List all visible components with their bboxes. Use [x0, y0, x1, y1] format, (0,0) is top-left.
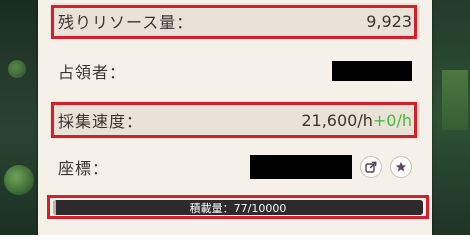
share-button[interactable] — [360, 156, 382, 178]
coordinates-row: 座標： — [50, 148, 420, 186]
carry-capacity-text: 積載量：77/10000 — [189, 201, 287, 215]
map-background-right — [430, 0, 470, 235]
gather-speed-bonus: +0/h — [372, 110, 412, 130]
occupant-row: 占領者： — [50, 52, 420, 90]
star-icon — [395, 161, 407, 172]
remaining-resources-row: 残りリソース量： 9,923 — [50, 3, 420, 39]
coordinates-value-redacted — [250, 155, 352, 179]
occupant-label: 占領者： — [58, 63, 127, 82]
share-icon — [365, 161, 377, 173]
gather-speed-row: 採集速度： 21,600/h+0/h — [50, 101, 420, 139]
map-tree — [4, 165, 34, 195]
coordinates-controls — [250, 155, 412, 179]
occupant-name-redacted — [332, 61, 412, 81]
bookmark-button[interactable] — [390, 156, 412, 178]
map-terrain — [442, 70, 468, 130]
remaining-resources-label: 残りリソース量： — [58, 13, 194, 32]
carry-capacity-bar: 積載量：77/10000 — [53, 200, 423, 215]
game-screen: イム 残りリソース量： 9,923 占領者： 採集速度： 21,600/h+0/… — [0, 0, 470, 235]
map-tree — [8, 60, 26, 78]
gather-speed-value: 21,600/h — [301, 110, 373, 130]
remaining-resources-value: 9,923 — [366, 11, 412, 31]
gather-speed-value-group: 21,600/h+0/h — [301, 111, 412, 130]
coordinates-label: 座標： — [58, 159, 110, 178]
map-background-left — [0, 0, 40, 235]
gather-speed-label: 採集速度： — [58, 112, 144, 131]
